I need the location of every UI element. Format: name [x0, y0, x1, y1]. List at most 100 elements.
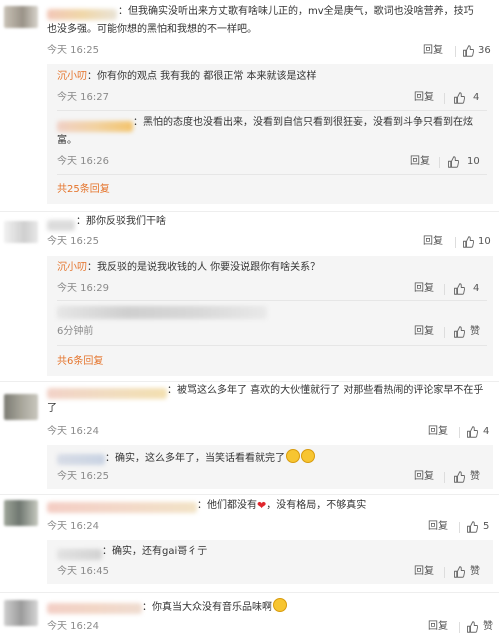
divider	[0, 592, 499, 593]
reply-button[interactable]: 回复	[414, 325, 434, 339]
reply-text-line: ：黑怕的态度也没看出来，没看到自信只看到很狂妄，没看到斗争只看到在炫	[133, 117, 473, 128]
like-label: 赞	[483, 621, 493, 632]
comment-text: ：你真当大众没有音乐品味啊	[142, 602, 272, 613]
timestamp: 今天 16:45	[57, 566, 109, 577]
like-count: 4	[473, 92, 480, 103]
divider	[439, 157, 440, 168]
reply-text-line: 富。	[57, 135, 77, 146]
thumbs-up-icon[interactable]	[453, 566, 465, 578]
avatar[interactable]	[4, 6, 38, 28]
reply-button[interactable]: 回复	[428, 620, 448, 634]
reply-button[interactable]: 回复	[423, 44, 443, 58]
like-count: 36	[478, 45, 491, 56]
divider	[57, 300, 487, 301]
reply-button[interactable]: 回复	[428, 520, 448, 534]
reply-username[interactable]: 沉小叨	[57, 71, 87, 82]
thumbs-up-icon[interactable]	[462, 236, 474, 248]
thumbs-up-icon[interactable]	[466, 621, 478, 633]
divider	[57, 174, 487, 175]
more-replies-link[interactable]: 共25条回复	[57, 183, 110, 197]
comment-text-line: 也没多强。可能你想的黑怕和我想的不一样吧。	[47, 24, 257, 35]
like-label: 赞	[470, 471, 480, 482]
reply-button[interactable]: 回复	[414, 91, 434, 105]
thumbs-up-icon[interactable]	[466, 426, 478, 438]
laughing-emoji-icon	[301, 449, 315, 463]
avatar[interactable]	[4, 600, 38, 626]
like-count: 10	[478, 236, 491, 247]
grinning-emoji-icon	[273, 598, 287, 612]
heart-icon: ❤	[257, 499, 267, 512]
comment-text: ，没有格局，不够真实	[266, 500, 367, 511]
like-count: 4	[473, 283, 480, 294]
reply-thread	[47, 64, 493, 204]
divider	[459, 522, 460, 533]
reply-button[interactable]: 回复	[414, 565, 434, 579]
comment-text: ：那你反驳我们干啥	[76, 216, 166, 227]
thumbs-up-icon[interactable]	[462, 45, 474, 57]
username-blurred[interactable]	[47, 388, 167, 399]
divider	[0, 211, 499, 212]
divider	[57, 345, 487, 346]
timestamp: 今天 16:24	[47, 426, 99, 437]
divider	[459, 427, 460, 438]
thumbs-up-icon[interactable]	[453, 326, 465, 338]
avatar[interactable]	[4, 394, 38, 420]
divider	[444, 567, 445, 578]
avatar[interactable]	[4, 500, 38, 526]
divider	[444, 327, 445, 338]
timestamp: 今天 16:25	[47, 236, 99, 247]
reply-text-blurred	[57, 306, 267, 319]
reply-text: ：你有你的观点 我有我的 都很正常 本来就该是这样	[87, 71, 317, 82]
like-count: 5	[483, 521, 490, 532]
username-blurred[interactable]	[47, 502, 197, 513]
thumbs-up-icon[interactable]	[453, 471, 465, 483]
username-blurred[interactable]	[57, 121, 133, 132]
divider	[455, 46, 456, 57]
comment-text: ：他们都没有	[197, 500, 257, 511]
username-blurred[interactable]	[57, 454, 105, 465]
divider	[57, 110, 487, 111]
comment-text-line: 了	[47, 403, 57, 414]
username-blurred[interactable]	[57, 549, 102, 560]
comment-text-line: ：被骂这么多年了 喜欢的大伙懂就行了 对那些看热闹的评论家早不在乎	[167, 385, 484, 396]
like-label: 赞	[470, 326, 480, 337]
like-count: 4	[483, 426, 490, 437]
reply-username[interactable]: 沉小叨	[57, 262, 87, 273]
reply-button[interactable]: 回复	[423, 235, 443, 249]
divider	[459, 622, 460, 633]
timestamp: 今天 16:24	[47, 521, 99, 532]
username-blurred[interactable]	[47, 220, 75, 231]
reply-button[interactable]: 回复	[410, 155, 430, 169]
comment-text-line: ：但我确实没听出来方丈歌有啥味儿正的，mv全是庚气，歌词也没啥营养，技巧	[118, 6, 474, 17]
timestamp: 今天 16:29	[57, 283, 109, 294]
thumbs-up-icon[interactable]	[447, 156, 459, 168]
username-blurred[interactable]	[47, 603, 142, 614]
more-replies-link[interactable]: 共6条回复	[57, 355, 103, 369]
thumbs-up-icon[interactable]	[453, 283, 465, 295]
divider	[0, 494, 499, 495]
divider	[444, 284, 445, 295]
thumbs-up-icon[interactable]	[466, 521, 478, 533]
like-label: 赞	[470, 566, 480, 577]
reply-text: ：我反驳的是说我收钱的人 你要没说跟你有啥关系？	[87, 262, 321, 273]
divider	[0, 381, 499, 382]
divider	[444, 472, 445, 483]
timestamp: 今天 16:26	[57, 156, 109, 167]
reply-button[interactable]: 回复	[414, 282, 434, 296]
username-blurred[interactable]	[47, 9, 117, 20]
reply-button[interactable]: 回复	[428, 425, 448, 439]
thumbs-up-icon[interactable]	[453, 92, 465, 104]
like-count: 10	[467, 156, 480, 167]
avatar[interactable]	[4, 221, 38, 243]
divider	[455, 237, 456, 248]
divider	[444, 93, 445, 104]
timestamp: 今天 16:25	[57, 471, 109, 482]
laughing-emoji-icon	[286, 449, 300, 463]
reply-text: ：确实，还有gai哥彳亍	[102, 546, 208, 557]
timestamp: 6分钟前	[57, 326, 94, 337]
timestamp: 今天 16:24	[47, 621, 99, 632]
timestamp: 今天 16:25	[47, 45, 99, 56]
reply-text: ：确实，这么多年了，当笑话看看就完了	[105, 453, 285, 464]
timestamp: 今天 16:27	[57, 92, 109, 103]
reply-button[interactable]: 回复	[414, 470, 434, 484]
